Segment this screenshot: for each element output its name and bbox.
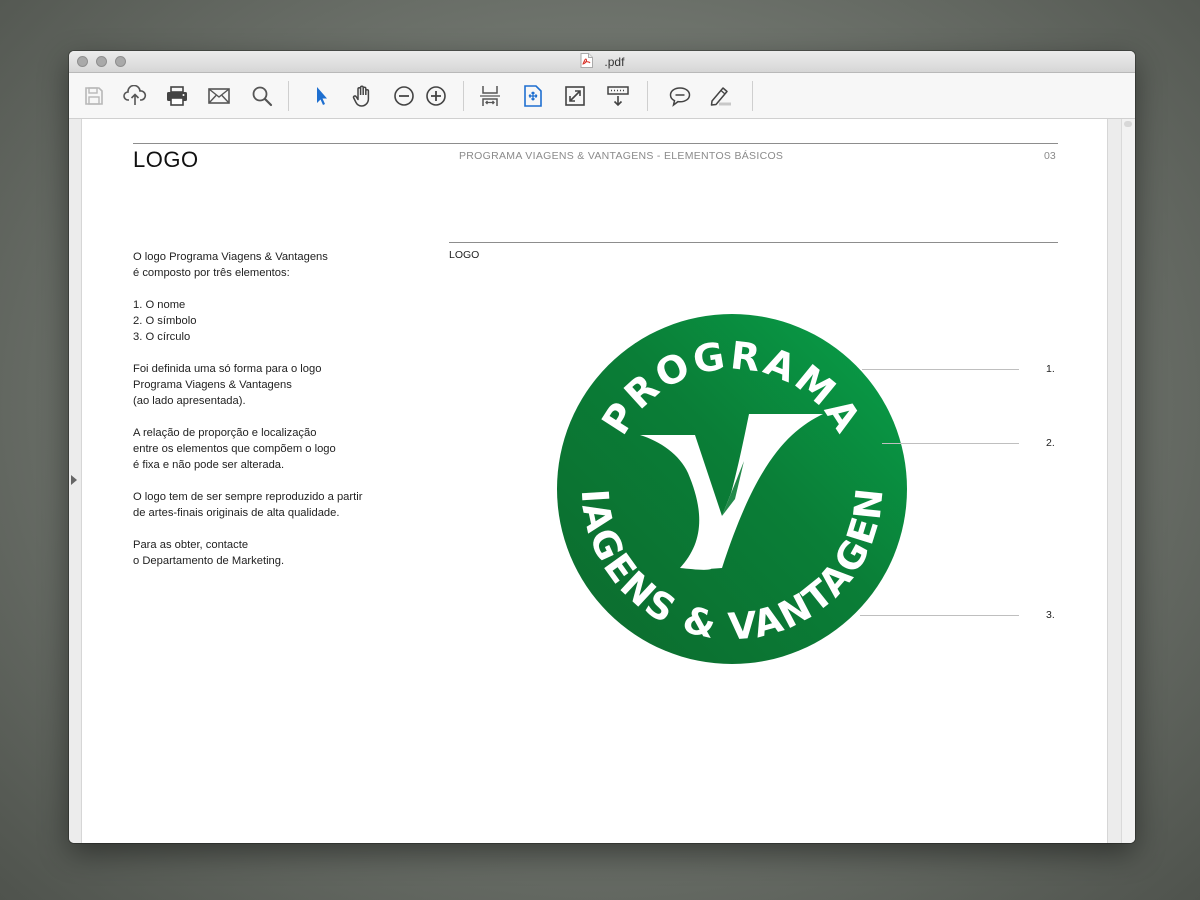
toolbar-separator xyxy=(463,81,464,111)
scrollbar-thumb[interactable] xyxy=(1124,121,1132,127)
mail-icon xyxy=(208,88,230,104)
text-line: O logo tem de ser sempre reproduzido a p… xyxy=(133,491,363,503)
save-button[interactable] xyxy=(79,81,109,111)
page-title: LOGO xyxy=(133,147,199,172)
zoom-out-button[interactable] xyxy=(389,81,419,111)
zoom-in-icon xyxy=(426,86,446,106)
upload-button[interactable] xyxy=(120,81,150,111)
header-rule xyxy=(133,143,1058,144)
document-viewer: LOGO PROGRAMA VIAGENS & VANTAGENS - ELEM… xyxy=(69,119,1135,843)
section-rule xyxy=(449,242,1058,243)
search-button[interactable] xyxy=(247,81,277,111)
page-header: PROGRAMA VIAGENS & VANTAGENS - ELEMENTOS… xyxy=(459,150,784,162)
select-tool-button[interactable] xyxy=(306,81,336,111)
text-line: (ao lado apresentada). xyxy=(133,395,246,407)
comment-button[interactable] xyxy=(665,81,695,111)
email-button[interactable] xyxy=(204,81,234,111)
text-line: A relação de proporção e localização xyxy=(133,427,317,439)
hand-icon xyxy=(352,85,370,107)
description-text: O logo Programa Viagens & Vantagens é co… xyxy=(133,249,413,585)
vertical-scrollbar[interactable] xyxy=(1121,119,1135,843)
toolbar xyxy=(69,73,1135,119)
pdf-page: LOGO PROGRAMA VIAGENS & VANTAGENS - ELEM… xyxy=(81,119,1108,843)
text-line: é fixa e não pode ser alterada. xyxy=(133,459,285,471)
fit-width-button[interactable] xyxy=(475,81,505,111)
callout-line xyxy=(862,369,1019,370)
paragraph: A relação de proporção e localização ent… xyxy=(133,425,413,473)
text-line: Para as obter, contacte xyxy=(133,539,249,551)
text-line: 1. O nome xyxy=(133,299,186,311)
previous-page-arrow[interactable] xyxy=(71,475,77,485)
document-title: .pdf xyxy=(604,55,625,69)
scroll-mode-button[interactable] xyxy=(603,81,633,111)
text-line: o Departamento de Marketing. xyxy=(133,555,285,567)
toolbar-separator xyxy=(647,81,648,111)
fit-page-button[interactable] xyxy=(518,81,548,111)
callout-number: 2. xyxy=(1046,437,1055,449)
print-button[interactable] xyxy=(162,81,192,111)
text-line: entre os elementos que compõem o logo xyxy=(133,443,336,455)
text-line: é composto por três elementos: xyxy=(133,267,290,279)
paragraph: Para as obter, contacte o Departamento d… xyxy=(133,537,413,569)
window-title: .pdf xyxy=(69,53,1135,71)
hand-tool-button[interactable] xyxy=(347,81,377,111)
fullscreen-icon xyxy=(565,86,585,106)
scroll-mode-icon xyxy=(607,86,629,107)
highlight-button[interactable] xyxy=(706,81,736,111)
text-line: Foi definida uma só forma para o logo xyxy=(133,363,322,375)
fit-page-icon xyxy=(524,85,542,107)
paragraph: Foi definida uma só forma para o logo Pr… xyxy=(133,361,413,409)
upload-icon xyxy=(123,85,147,105)
callout-line xyxy=(882,443,1019,444)
text-line: Programa Viagens & Vantagens xyxy=(133,379,292,391)
select-arrow-icon xyxy=(317,87,327,105)
page-number: 03 xyxy=(1044,150,1056,162)
title-bar: .pdf xyxy=(69,51,1135,73)
zoom-out-icon xyxy=(394,86,414,106)
pdf-viewer-window: .pdf LOGO PROGRAMA VIAGENS & VANTAGENS -… xyxy=(69,51,1135,843)
paragraph: 1. O nome 2. O símbolo 3. O círculo xyxy=(133,297,413,345)
callout-number: 1. xyxy=(1046,363,1055,375)
search-icon xyxy=(252,86,273,107)
zoom-in-button[interactable] xyxy=(421,81,451,111)
program-logo: PROGRAMA VIAGENS & VANTAGENS xyxy=(541,279,908,665)
highlight-icon xyxy=(710,87,731,106)
paragraph: O logo tem de ser sempre reproduzido a p… xyxy=(133,489,413,521)
paragraph: O logo Programa Viagens & Vantagens é co… xyxy=(133,249,413,281)
callout-number: 3. xyxy=(1046,609,1055,621)
save-icon xyxy=(85,87,103,105)
text-line: 3. O círculo xyxy=(133,331,191,343)
toolbar-separator xyxy=(288,81,289,111)
text-line: O logo Programa Viagens & Vantagens xyxy=(133,251,328,263)
print-icon xyxy=(167,86,187,106)
text-line: 2. O símbolo xyxy=(133,315,197,327)
fullscreen-button[interactable] xyxy=(560,81,590,111)
callout-line xyxy=(860,615,1019,616)
text-line: de artes-finais originais de alta qualid… xyxy=(133,507,340,519)
pdf-file-icon xyxy=(580,53,593,71)
fit-width-icon xyxy=(480,86,500,106)
toolbar-separator xyxy=(752,81,753,111)
section-label: LOGO xyxy=(449,249,480,261)
comment-icon xyxy=(669,87,691,107)
